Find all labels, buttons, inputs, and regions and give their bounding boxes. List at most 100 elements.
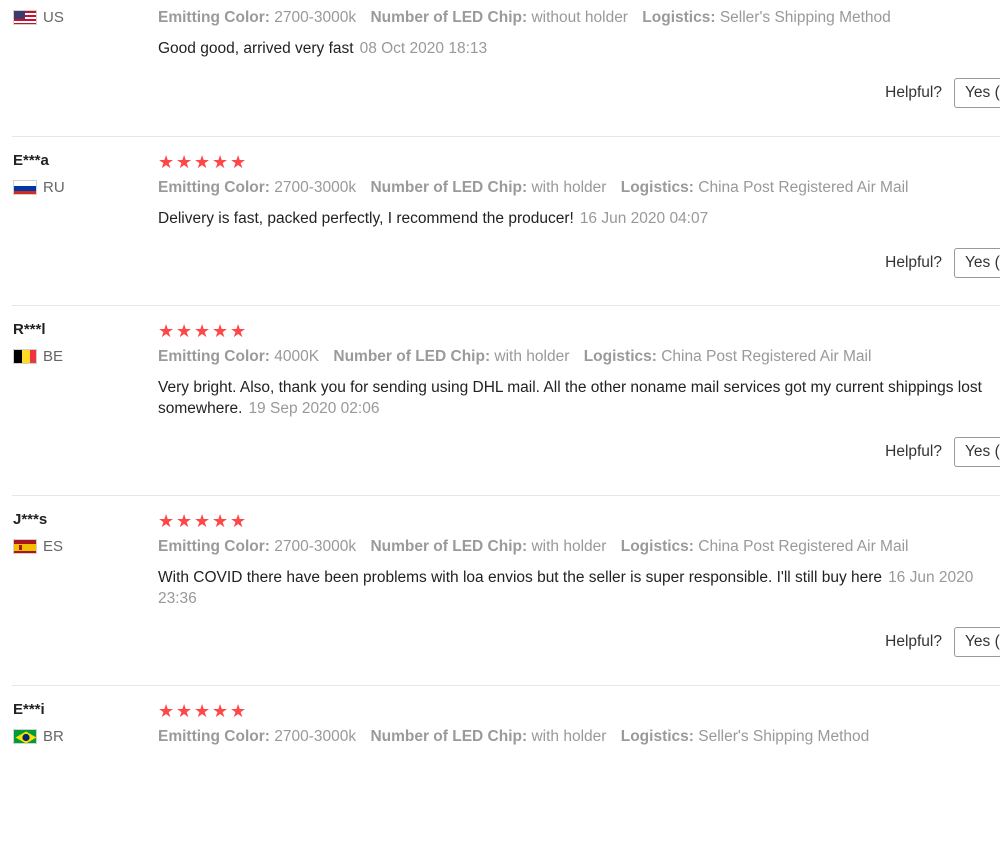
attr-value: 2700-3000k (274, 179, 357, 196)
review-date: 19 Sep 2020 02:06 (248, 400, 380, 417)
attr-value: with holder (494, 348, 570, 365)
country-code: ES (43, 538, 64, 555)
star-icon: ★ (230, 321, 246, 341)
star-icon: ★ (230, 511, 246, 531)
helpful-yes-button[interactable]: Yes (0 (954, 627, 1000, 657)
review-divider (12, 305, 1000, 306)
helpful-control: Helpful? Yes (0 (885, 248, 1000, 278)
attr-name: Emitting Color: (158, 348, 270, 365)
star-icon: ★ (230, 152, 246, 172)
attr-name: Number of LED Chip: (370, 179, 528, 196)
star-icon: ★ (176, 511, 192, 531)
review-item: E***i BR ★ ★ ★ ★ ★ Emitting Color: 2700-3000… (0, 685, 1000, 856)
review-item: ★★★★★ US Emitting Color: 2700-3000k Numb… (0, 0, 1000, 137)
star-icon: ★ (212, 321, 228, 341)
star-icon: ★ (230, 0, 248, 1)
star-icon: ★ (176, 0, 194, 1)
attr-name: Number of LED Chip: (370, 538, 528, 555)
es-flag-icon (13, 539, 37, 554)
review-item: J***s ES ★ ★ ★ ★ ★ Emitting Color: 2700-3000… (0, 495, 1000, 666)
star-icon: ★ (212, 701, 228, 721)
star-rating: ★★★★★ (158, 0, 248, 1)
helpful-yes-button[interactable]: Yes (0 (954, 78, 1000, 108)
reviewer-name: E***i (13, 701, 45, 718)
attr-value: 2700-3000k (274, 9, 357, 26)
reviewer-name: J***s (13, 511, 48, 528)
star-icon: ★ (176, 701, 192, 721)
attr-name: Emitting Color: (158, 538, 270, 555)
star-rating: ★★★★★ (158, 322, 248, 340)
helpful-label: Helpful? (885, 443, 942, 460)
review-body: Delivery is fast, packed perfectly, I re… (158, 210, 574, 227)
review-item: R***l BE ★ ★ ★ ★ ★ Emitting Color: 4000K Num… (0, 305, 1000, 476)
helpful-yes-button[interactable]: Yes (0 (954, 437, 1000, 467)
attr-value: 4000K (274, 348, 320, 365)
country-code: US (43, 9, 64, 26)
attr-name: Number of LED Chip: (370, 728, 528, 745)
review-text: With COVID there have been problems with… (158, 567, 988, 609)
star-icon: ★ (194, 511, 210, 531)
order-attributes: Emitting Color: 2700-3000k Number of LED… (158, 538, 918, 556)
br-flag-icon (13, 729, 37, 744)
review-text: Good good, arrived very fast 08 Oct 2020 … (158, 38, 988, 59)
star-icon: ★ (230, 701, 246, 721)
helpful-label: Helpful? (885, 254, 942, 271)
reviewer-country: US (13, 9, 64, 26)
star-icon: ★ (212, 152, 228, 172)
review-date: 08 Oct 2020 18:13 (359, 40, 488, 57)
helpful-control: Helpful? Yes (0 (885, 627, 1000, 657)
star-icon: ★ (212, 511, 228, 531)
attr-value: with holder (531, 728, 607, 745)
star-icon: ★ (194, 321, 210, 341)
review-text: Delivery is fast, packed perfectly, I re… (158, 208, 988, 229)
attr-value: China Post Registered Air Mail (698, 179, 909, 196)
review-text: Very bright. Also, thank you for sending… (158, 377, 988, 419)
review-date: 16 Jun 2020 04:07 (579, 210, 709, 227)
attr-value: with holder (531, 538, 607, 555)
review-divider (12, 136, 1000, 137)
star-rating: ★★★★★ (158, 512, 248, 530)
reviewer-country: ES (13, 538, 63, 555)
country-code: BE (43, 348, 64, 365)
attr-name: Number of LED Chip: (370, 9, 528, 26)
attr-value: with holder (531, 179, 607, 196)
star-icon: ★ (158, 0, 176, 1)
review-divider (12, 495, 1000, 496)
attr-value: Seller's Shipping Method (698, 728, 870, 745)
review-divider (12, 685, 1000, 686)
star-icon: ★ (176, 321, 192, 341)
review-body: Good good, arrived very fast (158, 40, 354, 57)
star-icon: ★ (194, 152, 210, 172)
star-rating: ★★★★★ (158, 702, 248, 720)
attr-name: Emitting Color: (158, 179, 270, 196)
order-attributes: Emitting Color: 2700-3000k Number of LED… (158, 9, 901, 27)
attr-name: Emitting Color: (158, 728, 270, 745)
us-flag-icon (13, 10, 37, 25)
attr-value: 2700-3000k (274, 728, 357, 745)
attr-name: Emitting Color: (158, 9, 270, 26)
reviewer-country: BE (13, 348, 63, 365)
star-icon: ★ (212, 0, 230, 1)
attr-name: Logistics: (642, 9, 716, 26)
attr-name: Logistics: (620, 728, 694, 745)
attr-value: China Post Registered Air Mail (661, 348, 872, 365)
helpful-label: Helpful? (885, 633, 942, 650)
helpful-label: Helpful? (885, 84, 942, 101)
helpful-yes-button[interactable]: Yes (0 (954, 248, 1000, 278)
star-rating: ★★★★★ (158, 153, 248, 171)
country-code: BR (43, 728, 64, 745)
helpful-control: Helpful? Yes (0 (885, 437, 1000, 467)
star-icon: ★ (158, 511, 174, 531)
attr-name: Logistics: (583, 348, 657, 365)
star-icon: ★ (176, 152, 192, 172)
attr-value: without holder (531, 9, 628, 26)
country-code: RU (43, 179, 65, 196)
order-attributes: Emitting Color: 4000K Number of LED Chip… (158, 348, 881, 366)
be-flag-icon (13, 349, 37, 364)
reviewer-country: BR (13, 728, 64, 745)
reviewer-country: RU (13, 179, 65, 196)
ru-flag-icon (13, 180, 37, 195)
star-icon: ★ (158, 152, 174, 172)
attr-value: China Post Registered Air Mail (698, 538, 909, 555)
review-item: E***a RU ★ ★ ★ ★ ★ Emitting Color: 2700-3000… (0, 136, 1000, 307)
